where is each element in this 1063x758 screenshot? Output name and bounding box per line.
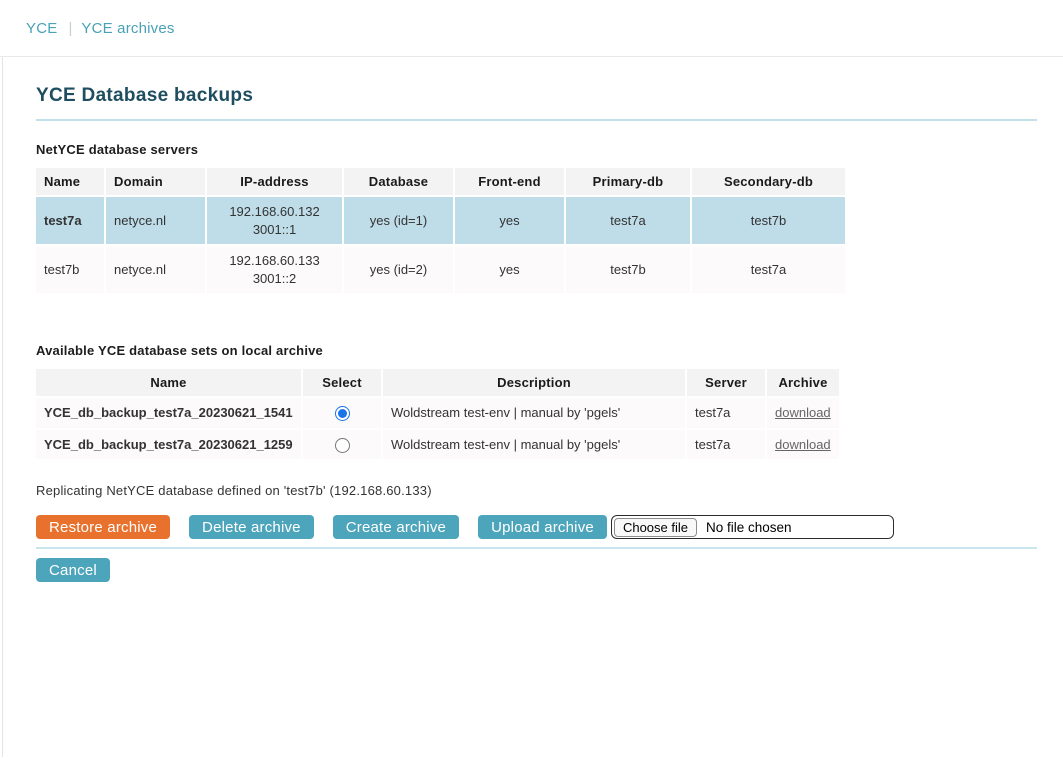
archives-col-server: Server (687, 369, 765, 396)
restore-archive-button[interactable]: Restore archive (36, 515, 170, 539)
archive-server: test7a (687, 430, 765, 460)
server-primary-db: test7b (566, 246, 690, 293)
server-database: yes (id=2) (344, 246, 453, 293)
archives-section-title: Available YCE database sets on local arc… (36, 343, 1037, 358)
server-secondary-db: test7a (692, 246, 845, 293)
server-ip: 192.168.60.1333001::2 (207, 246, 342, 293)
archive-description: Woldstream test-env | manual by 'pgels' (383, 398, 685, 428)
servers-table-header-row: Name Domain IP-address Database Front-en… (36, 168, 845, 195)
server-secondary-db: test7b (692, 197, 845, 244)
server-frontend: yes (455, 197, 564, 244)
servers-col-primary: Primary-db (566, 168, 690, 195)
server-row-test7a: test7a netyce.nl 192.168.60.1323001::1 y… (36, 197, 845, 244)
archive-name: YCE_db_backup_test7a_20230621_1541 (36, 398, 301, 428)
archive-description: Woldstream test-env | manual by 'pgels' (383, 430, 685, 460)
upload-archive-button[interactable]: Upload archive (478, 515, 607, 539)
archive-select-cell (303, 430, 381, 460)
file-upload-input[interactable]: Choose file No file chosen (611, 515, 894, 539)
breadcrumb-separator: | (68, 20, 72, 37)
servers-section-title: NetYCE database servers (36, 142, 1037, 157)
create-archive-button[interactable]: Create archive (333, 515, 459, 539)
file-chosen-status: No file chosen (706, 520, 792, 535)
archive-server: test7a (687, 398, 765, 428)
archives-col-select: Select (303, 369, 381, 396)
server-database: yes (id=1) (344, 197, 453, 244)
archive-name: YCE_db_backup_test7a_20230621_1259 (36, 430, 301, 460)
main-content: YCE Database backups NetYCE database ser… (2, 57, 1063, 757)
title-divider (36, 119, 1037, 121)
archives-col-archive: Archive (767, 369, 839, 396)
server-domain: netyce.nl (106, 197, 205, 244)
archive-row-1541: YCE_db_backup_test7a_20230621_1541 Wolds… (36, 398, 839, 428)
servers-col-domain: Domain (106, 168, 205, 195)
archives-col-description: Description (383, 369, 685, 396)
archive-select-cell (303, 398, 381, 428)
replication-note: Replicating NetYCE database defined on '… (36, 483, 1037, 498)
servers-col-name: Name (36, 168, 104, 195)
breadcrumb-home-link[interactable]: YCE (26, 20, 57, 37)
servers-col-frontend: Front-end (455, 168, 564, 195)
server-name: test7b (36, 246, 104, 293)
server-ip: 192.168.60.1323001::1 (207, 197, 342, 244)
archive-download-link[interactable]: download (775, 405, 831, 420)
server-primary-db: test7a (566, 197, 690, 244)
top-navigation: YCE | YCE archives (0, 0, 1063, 57)
servers-col-ip: IP-address (207, 168, 342, 195)
page-title: YCE Database backups (36, 85, 1037, 107)
archive-radio-1541[interactable] (335, 406, 350, 421)
archive-row-1259: YCE_db_backup_test7a_20230621_1259 Wolds… (36, 430, 839, 460)
servers-table: Name Domain IP-address Database Front-en… (34, 166, 847, 295)
servers-col-database: Database (344, 168, 453, 195)
archive-download-link[interactable]: download (775, 437, 831, 452)
action-button-row: Restore archive Delete archive Create ar… (36, 515, 1037, 539)
breadcrumb-current-link[interactable]: YCE archives (81, 20, 174, 37)
delete-archive-button[interactable]: Delete archive (189, 515, 314, 539)
choose-file-button[interactable]: Choose file (614, 518, 697, 537)
server-name: test7a (36, 197, 104, 244)
server-row-test7b: test7b netyce.nl 192.168.60.1333001::2 y… (36, 246, 845, 293)
cancel-button[interactable]: Cancel (36, 558, 110, 582)
server-frontend: yes (455, 246, 564, 293)
archives-col-name: Name (36, 369, 301, 396)
bottom-divider (36, 547, 1037, 549)
archives-table: Name Select Description Server Archive Y… (34, 367, 841, 461)
servers-col-secondary: Secondary-db (692, 168, 845, 195)
archive-radio-1259[interactable] (335, 438, 350, 453)
archives-table-header-row: Name Select Description Server Archive (36, 369, 839, 396)
server-domain: netyce.nl (106, 246, 205, 293)
